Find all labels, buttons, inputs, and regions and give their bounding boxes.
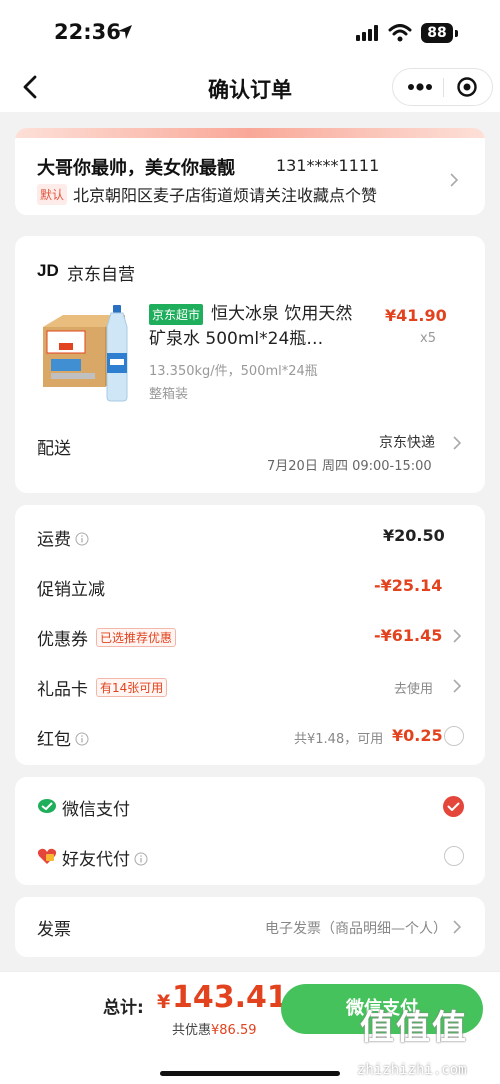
product-image[interactable] xyxy=(37,301,152,406)
signal-icon xyxy=(356,25,378,41)
giftcard-badge: 有14张可用 xyxy=(96,678,168,697)
capsule-divider xyxy=(443,78,444,97)
shipping-method[interactable]: 京东快递 xyxy=(379,432,435,452)
redpacket-row: 红包 xyxy=(37,725,89,750)
chevron-right-icon[interactable] xyxy=(452,919,462,935)
wechat-pay-label[interactable]: 微信支付 xyxy=(62,795,130,820)
product-spec-pack: 整箱装 xyxy=(149,387,189,402)
chevron-right-icon[interactable] xyxy=(452,678,462,694)
shipping-time[interactable]: 7月20日 周四 09:00-15:00 xyxy=(267,455,432,474)
receiver-name: 大哥你最帅，美女你最靓 xyxy=(37,158,235,179)
watermark-logo: 值值值 xyxy=(360,1008,468,1048)
info-icon[interactable] xyxy=(75,532,89,546)
info-icon[interactable] xyxy=(75,732,89,746)
payment-card: 微信支付 好友代付 xyxy=(15,777,485,885)
address-decoration xyxy=(15,128,485,138)
battery-nub xyxy=(455,30,458,37)
coupon-label: 优惠券 xyxy=(37,630,88,650)
location-arrow-icon xyxy=(118,25,132,39)
watermark-site: zhizhizhi.com xyxy=(357,1062,467,1078)
nav-bar: 确认订单 xyxy=(0,62,500,112)
giftcard-action[interactable]: 去使用 xyxy=(394,678,433,697)
redpacket-total: 共¥1.48，可用 xyxy=(294,732,384,747)
discount-prefix: 共优惠 xyxy=(172,1023,212,1038)
wechat-pay-icon xyxy=(38,799,56,813)
product-card: JD 京东自营 恒大冰泉 饮用天然矿泉水 500ml*24瓶… 京东超市 ¥41… xyxy=(15,236,485,493)
shipping-label: 配送 xyxy=(37,439,71,459)
friend-pay-label: 好友代付 xyxy=(62,850,130,870)
freight-label: 运费 xyxy=(37,530,71,550)
address-detail: 北京朝阳区麦子店街道烦请关注收藏点个赞 xyxy=(73,186,378,205)
check-icon xyxy=(447,802,460,811)
status-time: 22:36 xyxy=(54,20,121,44)
site-watermark: 值值值 zhizhizhi.com xyxy=(355,1000,495,1084)
invoice-value[interactable]: 电子发票（商品明细—个人） xyxy=(265,918,447,938)
info-icon[interactable] xyxy=(134,852,148,866)
redpacket-radio[interactable] xyxy=(444,726,464,746)
wechat-pay-radio[interactable] xyxy=(443,796,464,817)
shop-name: 京东自营 xyxy=(67,265,135,285)
coupon-badge: 已选推荐优惠 xyxy=(96,628,177,647)
total-discount: 共优惠¥86.59 xyxy=(172,1019,257,1038)
chevron-right-icon[interactable] xyxy=(452,628,462,644)
promo-label: 促销立减 xyxy=(37,580,105,600)
invoice-card[interactable]: 发票 电子发票（商品明细—个人） xyxy=(15,897,485,957)
friend-pay-radio[interactable] xyxy=(444,846,464,866)
chevron-right-icon[interactable] xyxy=(449,172,459,188)
more-dots-icon[interactable] xyxy=(405,77,435,97)
friend-pay-icon xyxy=(37,848,57,864)
total-label: 总计: xyxy=(103,998,144,1018)
freight-value: ¥20.50 xyxy=(383,526,445,545)
coupon-value[interactable]: -¥61.45 xyxy=(374,626,442,645)
battery-indicator: 88 xyxy=(421,23,453,43)
redpacket-label: 红包 xyxy=(37,730,71,750)
wifi-icon xyxy=(388,24,412,42)
total-amount: 143.41 xyxy=(172,980,288,1015)
discount-value: ¥86.59 xyxy=(211,1023,257,1038)
product-price: ¥41.90 xyxy=(385,306,447,325)
close-circle-icon[interactable] xyxy=(456,76,478,98)
address-card[interactable]: 大哥你最帅，美女你最靓 131****1111 默认 北京朝阳区麦子店街道烦请关… xyxy=(15,128,485,215)
invoice-label: 发票 xyxy=(37,920,71,940)
friend-pay-row[interactable]: 好友代付 xyxy=(62,845,148,870)
shop-logo: JD xyxy=(37,261,59,280)
chevron-right-icon[interactable] xyxy=(452,435,462,451)
giftcard-label: 礼品卡 xyxy=(37,680,88,700)
product-quantity: x5 xyxy=(420,331,436,346)
freight-row: 运费 xyxy=(37,525,89,550)
redpacket-value: ¥0.25 xyxy=(392,726,443,745)
total-currency: ¥ xyxy=(157,991,171,1013)
supermarket-tag: 京东超市 xyxy=(149,304,204,325)
product-spec-weight: 13.350kg/件，500ml*24瓶 xyxy=(149,364,318,379)
receiver-phone: 131****1111 xyxy=(276,156,380,175)
promo-value: -¥25.14 xyxy=(374,576,443,595)
home-indicator xyxy=(160,1071,340,1076)
fee-card: 运费 ¥20.50 促销立减 -¥25.14 优惠券 已选推荐优惠 -¥61.4… xyxy=(15,505,485,765)
status-bar: 22:36 88 xyxy=(0,0,500,62)
default-address-tag: 默认 xyxy=(37,184,68,205)
miniprogram-capsule xyxy=(392,68,493,106)
